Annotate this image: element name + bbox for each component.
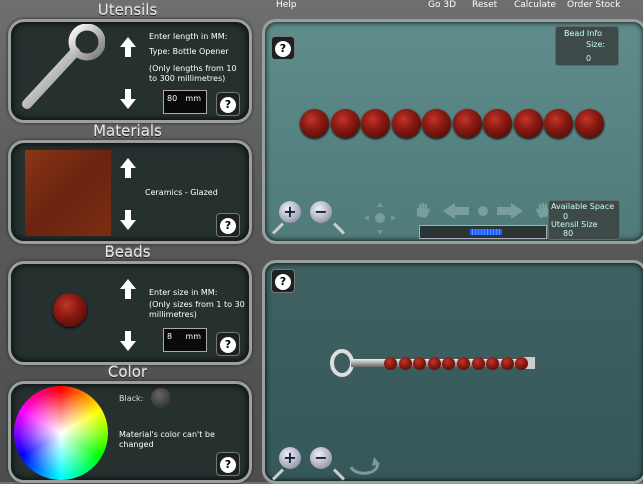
available-space-label: Available Space bbox=[551, 202, 615, 211]
progress-bar bbox=[419, 225, 547, 239]
help-icon: ? bbox=[275, 274, 291, 290]
bottom-view-help-button[interactable]: ? bbox=[271, 269, 295, 293]
utensil-size-label: Utensil Size bbox=[551, 220, 598, 229]
progress-fill bbox=[470, 229, 502, 235]
bottle-opener-icon bbox=[22, 24, 105, 109]
enter-length-label: Enter length in MM: bbox=[149, 32, 228, 41]
bottom-view-panel: ? + − bbox=[262, 260, 643, 484]
length-range-note: (Only lengths from 10 to 300 millimetres… bbox=[149, 64, 237, 83]
color-note: Material's color can't be changed bbox=[119, 430, 215, 449]
utensils-panel: Enter length in MM: Type: Bottle Opener … bbox=[8, 19, 252, 123]
zoom-in-icon: + bbox=[283, 448, 297, 467]
bead-top[interactable] bbox=[422, 109, 451, 138]
help-icon: ? bbox=[220, 337, 236, 353]
bead-top[interactable] bbox=[452, 109, 482, 138]
black-label: Black: bbox=[119, 394, 144, 403]
help-icon: ? bbox=[275, 41, 291, 57]
color-title: Color bbox=[107, 363, 148, 381]
bead-help-button[interactable]: ? bbox=[216, 332, 240, 356]
zoom-out-icon: − bbox=[314, 202, 328, 221]
space-info-box: Available Space 0 Utensil Size 80 bbox=[548, 200, 620, 240]
materials-panel: Ceramics - Glazed ? bbox=[8, 140, 252, 244]
order-stock-menu[interactable]: Order Stock bbox=[567, 0, 620, 10]
bead-top[interactable] bbox=[483, 109, 512, 138]
center-dot-icon bbox=[478, 206, 488, 216]
materials-title: Materials bbox=[93, 122, 162, 140]
help-icon: ? bbox=[220, 218, 236, 234]
pan-control-icon[interactable] bbox=[362, 199, 398, 239]
beads-panel: Enter size in MM: (Only sizes from 1 to … bbox=[8, 261, 252, 365]
bead-info-size-label: Size: bbox=[586, 40, 606, 49]
zoom-out-button[interactable]: − bbox=[310, 201, 332, 223]
color-wheel[interactable] bbox=[14, 386, 108, 480]
enter-size-label: Enter size in MM: bbox=[149, 288, 218, 297]
top-view-help-button[interactable]: ? bbox=[271, 36, 295, 60]
bead-bottom bbox=[427, 357, 441, 370]
zoom-in-icon: + bbox=[283, 202, 297, 221]
material-name: Ceramics - Glazed bbox=[145, 188, 218, 197]
top-view-panel: ? Bead Info Size: 0 + − Available Space … bbox=[262, 19, 643, 244]
material-swatch bbox=[25, 150, 111, 236]
black-color-button[interactable] bbox=[151, 388, 171, 408]
hand-left-icon bbox=[417, 203, 430, 218]
zoom-out-icon: − bbox=[314, 448, 328, 467]
size-range-note: (Only sizes from 1 to 30 millimetres) bbox=[149, 300, 245, 319]
bead-size-input[interactable]: 8 mm bbox=[163, 328, 207, 352]
utensil-size-value: 80 bbox=[563, 229, 574, 238]
bead-top[interactable] bbox=[513, 109, 543, 138]
length-up-arrow-icon[interactable] bbox=[119, 36, 137, 58]
color-help-button[interactable]: ? bbox=[216, 452, 240, 476]
bead-size-up-arrow-icon[interactable] bbox=[119, 278, 137, 300]
utensil-help-button[interactable]: ? bbox=[216, 92, 240, 116]
length-input[interactable]: 80 mm bbox=[163, 90, 207, 114]
beads-title: Beads bbox=[104, 243, 151, 261]
rotate-icon[interactable] bbox=[347, 453, 381, 477]
color-panel: Black: Material's color can't be changed… bbox=[8, 381, 252, 483]
bead-top[interactable] bbox=[391, 109, 421, 138]
zoom-in-button[interactable]: + bbox=[279, 201, 301, 223]
bead-bottom bbox=[500, 357, 514, 370]
arrow-left-icon bbox=[443, 203, 469, 219]
bead-bottom bbox=[457, 357, 470, 370]
bead-top[interactable] bbox=[361, 109, 390, 138]
zoom-out-handle bbox=[332, 222, 346, 235]
zoom-in-handle bbox=[271, 222, 285, 235]
reset-menu[interactable]: Reset bbox=[472, 0, 497, 10]
bead-top[interactable] bbox=[544, 109, 573, 138]
length-down-arrow-icon[interactable] bbox=[119, 88, 137, 110]
utensils-title: Utensils bbox=[97, 1, 158, 19]
bead-bottom bbox=[398, 357, 412, 370]
bead-info-size-value: 0 bbox=[586, 54, 592, 63]
calculate-menu[interactable]: Calculate bbox=[514, 0, 556, 10]
bottom-zoom-out-handle bbox=[332, 468, 346, 481]
bead-preview bbox=[53, 293, 87, 327]
bead-bottom bbox=[384, 357, 397, 370]
material-help-button[interactable]: ? bbox=[216, 213, 240, 237]
utensil-type-label: Type: Bottle Opener bbox=[149, 47, 229, 56]
scroll-controls[interactable] bbox=[413, 200, 553, 222]
bottom-zoom-in-handle bbox=[271, 468, 285, 481]
bead-info-title: Bead Info bbox=[564, 29, 603, 38]
help-icon: ? bbox=[220, 97, 236, 113]
arrow-right-icon bbox=[497, 203, 523, 219]
bottom-zoom-in-button[interactable]: + bbox=[279, 447, 301, 469]
go-3d-menu[interactable]: Go 3D bbox=[428, 0, 456, 10]
bead-bottom bbox=[471, 357, 485, 370]
bead-top[interactable] bbox=[574, 109, 604, 138]
bead-top[interactable] bbox=[300, 109, 329, 138]
bead-info-box: Bead Info Size: 0 bbox=[555, 26, 619, 66]
help-icon: ? bbox=[220, 457, 236, 473]
opener-ring bbox=[330, 349, 354, 377]
bottom-zoom-out-button[interactable]: − bbox=[310, 447, 332, 469]
bead-top[interactable] bbox=[330, 109, 360, 138]
material-down-arrow-icon[interactable] bbox=[119, 209, 137, 231]
material-up-arrow-icon[interactable] bbox=[119, 157, 137, 179]
bead-size-down-arrow-icon[interactable] bbox=[119, 330, 137, 352]
help-menu[interactable]: Help bbox=[276, 0, 297, 10]
